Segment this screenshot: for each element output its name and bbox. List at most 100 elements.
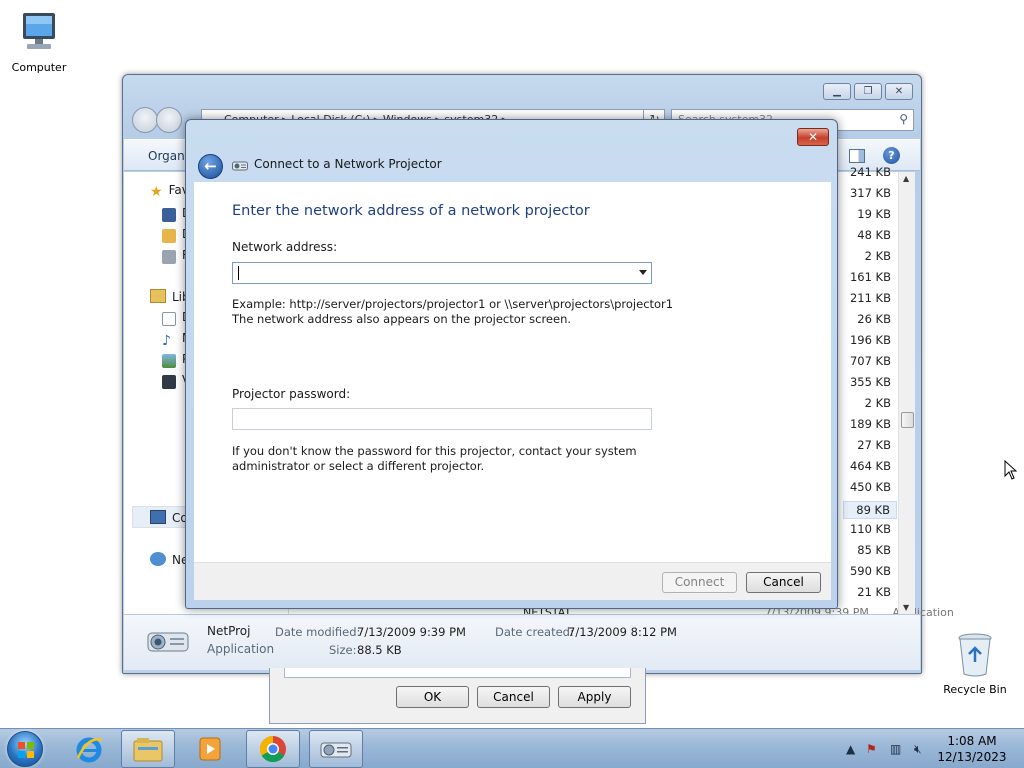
date-modified-value: 7/13/2009 9:39 PM <box>357 625 466 639</box>
action-center-flag-icon[interactable]: ⚑ <box>866 742 877 756</box>
taskbar-windows-explorer[interactable] <box>121 730 175 768</box>
size-cell[interactable]: 89 KB <box>843 501 897 519</box>
folder-icon <box>133 738 163 762</box>
taskbar-network-projector[interactable] <box>309 730 363 768</box>
vertical-scrollbar[interactable]: ▲ ▼ <box>898 172 915 614</box>
preview-pane-icon[interactable] <box>849 149 865 163</box>
size-cell[interactable]: 27 KB <box>857 438 891 452</box>
size-cell[interactable]: 85 KB <box>857 543 891 557</box>
password-hint-cont: administrator or select a different proj… <box>232 459 485 473</box>
taskbar-media-player[interactable] <box>183 730 237 768</box>
window-controls: ▁ ❐ ✕ <box>823 83 913 100</box>
page-title: Enter the network address of a network p… <box>232 203 590 219</box>
size-cell[interactable]: 241 KB <box>850 165 891 179</box>
size-cell[interactable]: 355 KB <box>850 375 891 389</box>
cancel-button[interactable]: Cancel <box>746 572 821 593</box>
search-icon: ⚲ <box>899 112 908 126</box>
recent-places-icon <box>162 250 176 264</box>
internet-explorer-icon <box>76 737 103 763</box>
dialog-header: ← Connect to a Network Projector <box>194 151 831 181</box>
size-cell[interactable]: 48 KB <box>857 228 891 242</box>
size-cell[interactable]: 189 KB <box>850 417 891 431</box>
scroll-up-icon[interactable]: ▲ <box>903 174 909 183</box>
network-status-icon[interactable]: ▥ <box>890 742 901 756</box>
chevron-down-icon[interactable] <box>639 270 647 275</box>
size-cell[interactable]: 26 KB <box>857 312 891 326</box>
size-cell[interactable]: 19 KB <box>857 207 891 221</box>
size-cell[interactable]: 110 KB <box>850 522 891 536</box>
connect-button[interactable]: Connect <box>662 572 737 593</box>
help-icon[interactable]: ? <box>883 147 900 164</box>
network-address-label: Network address: <box>232 240 338 254</box>
media-player-icon <box>199 737 221 761</box>
close-icon[interactable]: ✕ <box>797 128 829 146</box>
dialog-footer: Connect Cancel <box>194 562 831 600</box>
nav-network[interactable]: Ne <box>150 552 188 567</box>
desktop-icon <box>162 208 176 222</box>
desktop-icon-computer[interactable]: Computer <box>1 8 77 74</box>
recycle-bin-icon <box>958 633 992 677</box>
back-arrow-icon[interactable]: ← <box>198 154 223 179</box>
system-clock[interactable]: 1:08 AM 12/13/2023 <box>932 733 1012 765</box>
size-cell[interactable]: 707 KB <box>850 354 891 368</box>
date-created-value: 7/13/2009 8:12 PM <box>568 625 677 639</box>
size-cell[interactable]: 450 KB <box>850 480 891 494</box>
close-button[interactable]: ✕ <box>885 83 913 100</box>
cancel-button[interactable]: Cancel <box>477 686 550 708</box>
scroll-thumb[interactable] <box>901 412 914 428</box>
size-cell[interactable]: 590 KB <box>850 564 891 578</box>
size-cell[interactable]: 196 KB <box>850 333 891 347</box>
desktop-icon-label: Recycle Bin <box>943 683 1007 696</box>
projector-password-label: Projector password: <box>232 387 351 401</box>
password-hint: If you don't know the password for this … <box>232 444 637 458</box>
projector-password-field[interactable] <box>232 408 652 430</box>
details-pane: NetProj Application Date modified: 7/13/… <box>124 614 920 670</box>
date-created-label: Date created: <box>495 625 574 639</box>
windows-logo-icon <box>18 742 34 758</box>
size-cell[interactable]: 317 KB <box>850 186 891 200</box>
taskbar: ▲ ⚑ ▥ 🔇︎ 1:08 AM 12/13/2023 <box>0 728 1024 768</box>
volume-muted-icon[interactable]: 🔇︎ <box>914 742 922 757</box>
example-text: Example: http://server/projectors/projec… <box>232 297 674 311</box>
chrome-icon <box>259 735 286 763</box>
size-cell[interactable]: 464 KB <box>850 459 891 473</box>
projector-icon <box>232 161 248 171</box>
date-modified-label: Date modified: <box>275 625 361 639</box>
taskbar-chrome[interactable] <box>246 730 300 768</box>
scroll-down-icon[interactable]: ▼ <box>903 603 909 612</box>
apply-button[interactable]: Apply <box>558 686 631 708</box>
ok-button[interactable]: OK <box>396 686 469 708</box>
dialog-title: Connect to a Network Projector <box>254 157 442 171</box>
taskbar-internet-explorer[interactable] <box>62 730 116 768</box>
nav-libraries[interactable]: Lib <box>150 289 190 304</box>
network-address-combobox[interactable] <box>232 262 652 284</box>
nav-computer[interactable]: Co <box>150 510 188 525</box>
show-hidden-icons-icon[interactable]: ▲ <box>846 742 855 756</box>
nav-favorites[interactable]: ★ Fav <box>150 183 189 200</box>
start-button[interactable] <box>7 731 43 767</box>
dialog-body: Enter the network address of a network p… <box>194 182 831 562</box>
downloads-icon <box>162 229 176 243</box>
maximize-button[interactable]: ❐ <box>854 83 882 100</box>
forward-button[interactable] <box>156 107 182 133</box>
size-cell[interactable]: 2 KB <box>865 249 891 263</box>
size-label: Size: <box>329 643 357 657</box>
library-icon <box>150 289 166 303</box>
size-cell[interactable]: 21 KB <box>857 585 891 599</box>
size-cell[interactable]: 161 KB <box>850 270 891 284</box>
network-icon <box>150 552 166 566</box>
mouse-pointer-icon <box>1004 460 1018 480</box>
properties-dialog: OK Cancel Apply <box>269 668 646 724</box>
pictures-icon <box>162 354 176 368</box>
desktop-icon-label: Computer <box>11 61 67 74</box>
size-value: 88.5 KB <box>357 643 402 657</box>
minimize-button[interactable]: ▁ <box>823 83 851 100</box>
size-cell[interactable]: 211 KB <box>850 291 891 305</box>
projector-icon <box>320 742 352 758</box>
size-cell[interactable]: 2 KB <box>865 396 891 410</box>
desktop-icon-recycle-bin[interactable]: Recycle Bin <box>937 630 1013 696</box>
clock-date: 12/13/2023 <box>937 750 1007 764</box>
back-button[interactable] <box>132 107 158 133</box>
music-icon: ♪ <box>162 333 171 349</box>
text-caret <box>238 266 239 280</box>
